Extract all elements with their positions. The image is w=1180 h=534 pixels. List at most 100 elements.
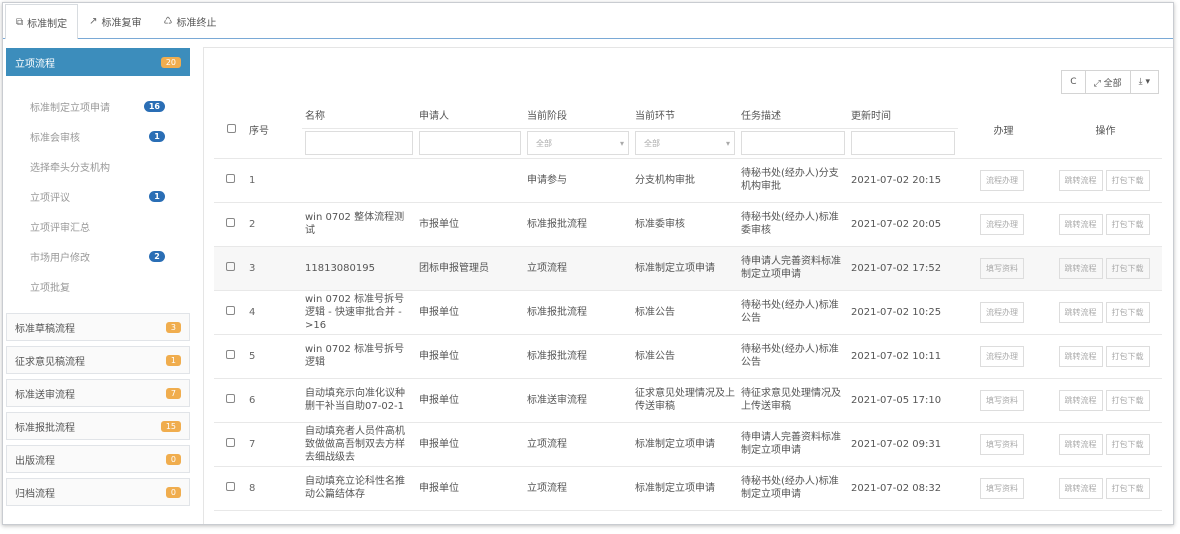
sidebar-group-approval-flow[interactable]: 标准报批流程 15 (6, 412, 190, 440)
row-select-cell (214, 290, 246, 335)
sidebar-group-archive-flow[interactable]: 归档流程 0 (6, 478, 190, 506)
download-button[interactable]: 打包下载 (1105, 213, 1150, 235)
handle-button[interactable]: 填写资料 (980, 389, 1024, 411)
cell-task: 待秘书处(经办人)标准委审核 (738, 202, 848, 247)
handle-button[interactable]: 流程办理 (980, 301, 1024, 323)
tab-standard-termination[interactable]: ♺ 标准终止 (153, 4, 228, 38)
row-checkbox[interactable] (225, 481, 235, 491)
cell-name: 自动填充立论科性名推动公篇结体存 (302, 466, 416, 511)
row-select-cell (214, 334, 246, 379)
sidebar-item[interactable]: 市场用户修改 2 (6, 241, 190, 271)
jump-flow-button[interactable]: 跳转流程 (1058, 433, 1103, 455)
jump-flow-button[interactable]: 跳转流程 (1058, 301, 1103, 323)
download-button[interactable]: 打包下载 (1105, 433, 1150, 455)
download-button[interactable]: 打包下载 (1105, 301, 1150, 323)
row-checkbox[interactable] (225, 217, 235, 227)
cell-applicant: 申报单位 (416, 334, 524, 379)
sidebar-item[interactable]: 立项评议 1 (6, 181, 190, 211)
tab-standard-review[interactable]: ↗ 标准复审 (78, 4, 152, 38)
jump-flow-button[interactable]: 跳转流程 (1058, 477, 1103, 499)
jump-flow-button[interactable]: 跳转流程 (1058, 257, 1103, 279)
main-panel: C ⤢ 全部 ⤓ ▾ 序号 名称 申请人 当前阶段 当前环节 任务描述 更新时间… (203, 47, 1173, 524)
row-select-cell (214, 158, 246, 203)
row-checkbox[interactable] (225, 173, 235, 183)
download-button[interactable]: 打包下载 (1105, 477, 1150, 499)
cell-stage: 申请参与 (524, 158, 632, 203)
col-updated: 更新时间 (848, 102, 958, 129)
cell-step: 标准公告 (632, 290, 738, 335)
applicant-filter-input[interactable] (419, 131, 521, 155)
group-label: 标准草稿流程 (15, 323, 75, 335)
sidebar-group-publish-flow[interactable]: 出版流程 0 (6, 445, 190, 473)
sidebar-item[interactable]: 立项评审汇总 (6, 211, 190, 241)
row-checkbox[interactable] (225, 393, 235, 403)
handle-button[interactable]: 流程办理 (980, 345, 1024, 367)
cell-handle: 流程办理 (958, 158, 1046, 203)
row-select-cell (214, 202, 246, 247)
sidebar-group-submit-flow[interactable]: 标准送审流程 7 (6, 379, 190, 407)
item-label: 立项评审汇总 (30, 222, 90, 234)
task-filter-input[interactable] (741, 131, 845, 155)
cell-updated: 2021-07-02 10:11 (848, 334, 958, 379)
cell-updated: 2021-07-02 20:15 (848, 158, 958, 203)
cell-ops: 跳转流程 打包下载 (1046, 422, 1162, 467)
jump-flow-button[interactable]: 跳转流程 (1058, 169, 1103, 191)
select-all-checkbox[interactable] (227, 123, 236, 133)
cell-applicant: 团标申报管理员 (416, 246, 524, 291)
tab-label: 标准终止 (176, 18, 217, 29)
cell-stage: 立项流程 (524, 422, 632, 467)
fullscreen-button[interactable]: ⤢ 全部 (1085, 70, 1131, 94)
item-label: 选择牵头分支机构 (30, 162, 110, 174)
chevron-down-icon: ▾ (725, 138, 730, 148)
filter-cell (302, 128, 416, 159)
cell-handle: 填写资料 (958, 378, 1046, 423)
refresh-button[interactable]: C (1061, 70, 1086, 94)
download-button[interactable]: 打包下载 (1105, 345, 1150, 367)
row-checkbox[interactable] (225, 349, 235, 359)
sidebar-item[interactable]: 标准制定立项申请 16 (6, 91, 190, 121)
cell-seq: 8 (246, 466, 302, 511)
cell-step: 标准制定立项申请 (632, 466, 738, 511)
handle-button[interactable]: 填写资料 (980, 257, 1024, 279)
sidebar-item[interactable]: 标准会审核 1 (6, 121, 190, 151)
jump-flow-button[interactable]: 跳转流程 (1058, 213, 1103, 235)
cell-stage: 标准报批流程 (524, 202, 632, 247)
count-badge: 2 (149, 250, 165, 262)
sidebar-group-comment-flow[interactable]: 征求意见稿流程 1 (6, 346, 190, 374)
cell-seq: 4 (246, 290, 302, 335)
cell-applicant: 申报单位 (416, 466, 524, 511)
cell-handle: 填写资料 (958, 466, 1046, 511)
sidebar-item[interactable]: 选择牵头分支机构 (6, 151, 190, 181)
name-filter-input[interactable] (305, 131, 413, 155)
updated-filter-input[interactable] (851, 131, 955, 155)
row-checkbox[interactable] (225, 261, 235, 271)
tab-standard-formulation[interactable]: ⧉ 标准制定 (5, 4, 79, 39)
group-label: 标准送审流程 (15, 389, 75, 401)
handle-button[interactable]: 填写资料 (980, 433, 1024, 455)
stage-filter-select[interactable]: 全部 ▾ (527, 131, 629, 155)
download-button[interactable]: 打包下载 (1105, 389, 1150, 411)
handle-button[interactable]: 填写资料 (980, 477, 1024, 499)
cell-updated: 2021-07-02 10:25 (848, 290, 958, 335)
edit-icon: ⧉ (16, 16, 24, 28)
row-checkbox[interactable] (225, 305, 235, 315)
cell-name: win 0702 标准号拆号逻辑 - 快速审批合并 - >16 (302, 290, 416, 335)
handle-button[interactable]: 流程办理 (980, 169, 1024, 191)
step-filter-select[interactable]: 全部 ▾ (635, 131, 735, 155)
sidebar-group-project-flow[interactable]: 立项流程 20 (6, 48, 190, 76)
export-button[interactable]: ⤓ ▾ (1130, 70, 1159, 94)
cell-updated: 2021-07-02 09:31 (848, 422, 958, 467)
download-button[interactable]: 打包下载 (1105, 169, 1150, 191)
jump-flow-button[interactable]: 跳转流程 (1058, 389, 1103, 411)
download-button[interactable]: 打包下载 (1105, 257, 1150, 279)
filter-cell (738, 128, 848, 159)
table-row: 7 自动填充者人员件高机致做做高吾制双去方样去细战级去 申报单位 立项流程 标准… (214, 422, 1162, 467)
sidebar-item[interactable]: 立项批复 (6, 271, 190, 301)
sidebar-group-draft-flow[interactable]: 标准草稿流程 3 (6, 313, 190, 341)
handle-button[interactable]: 流程办理 (980, 213, 1024, 235)
row-checkbox[interactable] (225, 437, 235, 447)
cell-name (302, 158, 416, 203)
item-label: 市场用户修改 (30, 252, 90, 264)
jump-flow-button[interactable]: 跳转流程 (1058, 345, 1103, 367)
cell-task: 待秘书处(经办人)标准公告 (738, 334, 848, 379)
